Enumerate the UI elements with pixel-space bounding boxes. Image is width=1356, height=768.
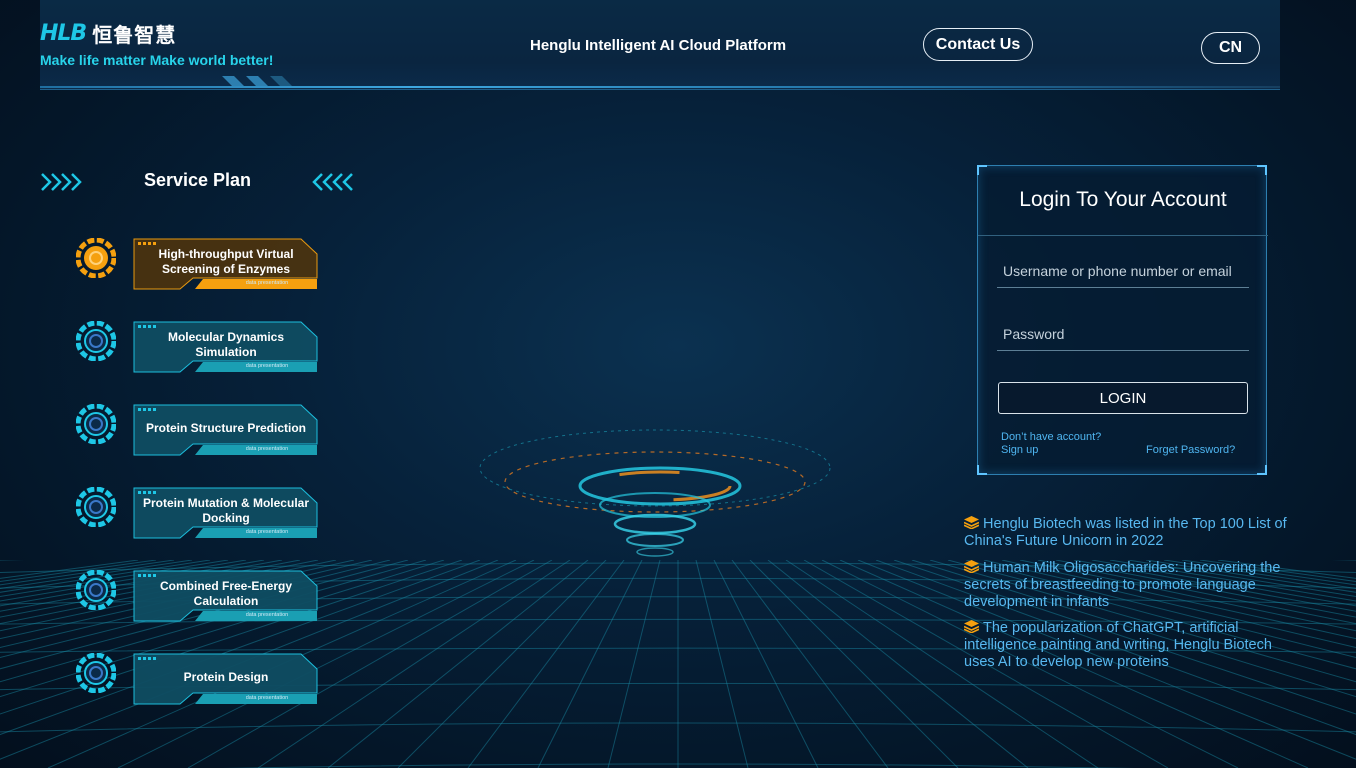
language-toggle-button[interactable]: CN [1201, 32, 1260, 64]
service-card[interactable]: Combined Free-Energy Calculation data pre… [133, 570, 318, 622]
service-plan-item[interactable]: Protein Design data presentation [76, 653, 321, 705]
news-item[interactable]: Human Milk Oligosaccharides: Uncovering … [964, 560, 1289, 611]
login-button[interactable]: LOGIN [998, 382, 1248, 414]
service-card[interactable]: Protein Mutation & Molecular Docking data… [133, 487, 318, 539]
news-item[interactable]: The popularization of ChatGPT, artificia… [964, 620, 1289, 671]
news-text: The popularization of ChatGPT, artificia… [964, 620, 1272, 670]
gear-ring-icon [76, 321, 116, 361]
no-account-text: Don’t have account? [1001, 431, 1102, 443]
service-sublabel: data presentation [245, 612, 289, 618]
service-plan-item[interactable]: Protein Structure Prediction data present… [76, 404, 321, 456]
service-card[interactable]: High-throughput Virtual Screening of Enz… [133, 238, 318, 290]
header-divider [40, 86, 1280, 88]
service-plan-title: Service Plan [143, 170, 252, 190]
gear-ring-icon [76, 238, 116, 278]
service-label: Protein Structure Prediction [145, 420, 307, 435]
news-item[interactable]: Henglu Biotech was listed in the Top 100… [964, 516, 1289, 550]
header-stripes-decoration [222, 76, 292, 86]
panel-corner [1257, 465, 1267, 475]
logo-chinese-text: 恒鲁智慧 [92, 22, 177, 47]
service-plan-item[interactable]: Protein Mutation & Molecular Docking data… [76, 487, 321, 539]
service-label: High-throughput Virtual Screening of Enz… [158, 247, 294, 276]
service-card[interactable]: Molecular Dynamics Simulation data presen… [133, 321, 318, 373]
chevrons-left-icon [312, 173, 353, 191]
password-input[interactable] [997, 317, 1249, 351]
service-plan-item[interactable]: Molecular Dynamics Simulation data presen… [76, 321, 321, 373]
news-text: Henglu Biotech was listed in the Top 100… [964, 516, 1287, 549]
service-sublabel: data presentation [245, 363, 289, 369]
forget-password-link[interactable]: Forget Password? [1146, 444, 1235, 456]
username-input[interactable] [997, 254, 1249, 288]
service-plan-item[interactable]: High-throughput Virtual Screening of Enz… [76, 238, 321, 290]
service-card[interactable]: Protein Design data presentation [133, 653, 318, 705]
gear-ring-icon [76, 653, 116, 693]
chevrons-right-icon [41, 173, 82, 191]
login-divider [978, 235, 1268, 236]
layers-icon [964, 620, 979, 633]
login-panel: Login To Your Account LOGIN Don’t have a… [977, 165, 1268, 475]
gear-ring-icon [76, 570, 116, 610]
logo[interactable]: HLB 恒鲁智慧 [40, 20, 177, 47]
panel-corner [977, 465, 987, 475]
hologram-swirl-decoration [479, 429, 831, 557]
layers-icon [964, 516, 979, 529]
platform-title: Henglu Intelligent AI Cloud Platform [530, 37, 787, 54]
panel-corner [977, 165, 987, 175]
service-plan-item[interactable]: Combined Free-Energy Calculation data pre… [76, 570, 321, 622]
slogan: Make life matter Make world better! [40, 52, 274, 68]
signup-prompt: Don’t have account? Sign up [1001, 431, 1101, 457]
service-card[interactable]: Protein Structure Prediction data present… [133, 404, 318, 456]
service-sublabel: data presentation [245, 446, 289, 452]
service-label: Molecular Dynamics Simulation [167, 330, 285, 359]
signup-link[interactable]: Sign up [1001, 444, 1101, 457]
service-sublabel: data presentation [245, 529, 289, 535]
service-sublabel: data presentation [245, 695, 289, 701]
logo-text: HLB [40, 20, 87, 46]
login-title: Login To Your Account [1019, 188, 1227, 211]
service-sublabel: data presentation [245, 280, 289, 286]
gear-ring-icon [76, 404, 116, 444]
news-text: Human Milk Oligosaccharides: Uncovering … [964, 560, 1281, 610]
service-label: Protein Mutation & Molecular Docking [142, 496, 309, 525]
service-label: Combined Free-Energy Calculation [159, 579, 293, 608]
contact-us-button[interactable]: Contact Us [923, 28, 1033, 61]
service-label: Protein Design [183, 669, 269, 684]
gear-ring-icon [76, 487, 116, 527]
layers-icon [964, 560, 979, 573]
panel-corner [1257, 165, 1267, 175]
